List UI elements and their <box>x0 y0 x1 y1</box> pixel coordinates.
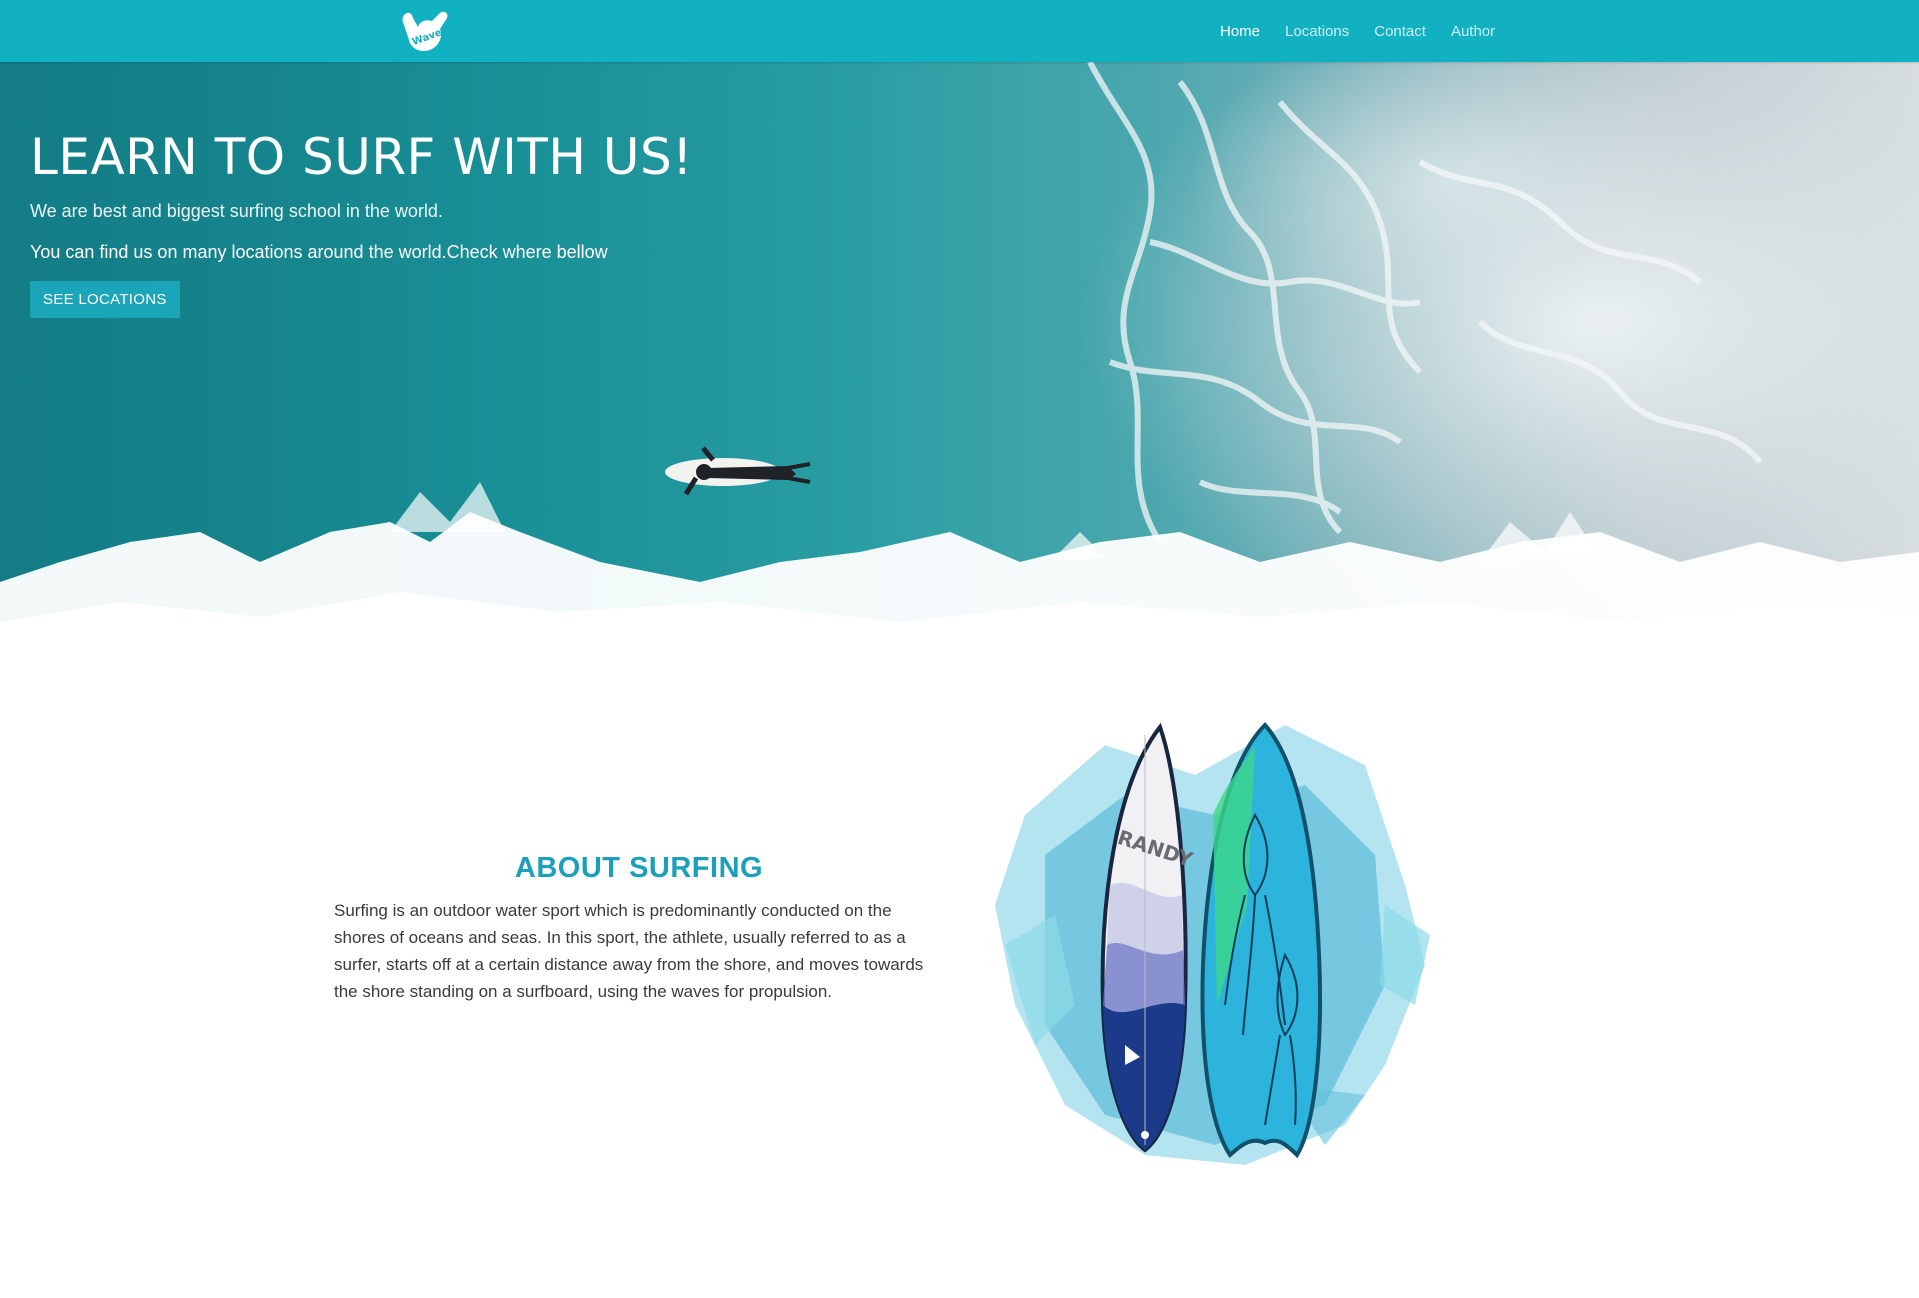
hero-section: LEARN TO SURF WITH US! We are best and b… <box>0 62 1919 667</box>
about-title: ABOUT SURFING <box>514 852 764 884</box>
hero-title: LEARN TO SURF WITH US! <box>30 128 693 186</box>
hero-content: LEARN TO SURF WITH US! We are best and b… <box>30 130 693 318</box>
hero-subtitle: We are best and biggest surfing school i… <box>30 201 443 221</box>
nav-links: Home Locations Contact Author <box>1220 0 1520 62</box>
nav-author-link[interactable]: Author <box>1451 23 1495 40</box>
surfboards-image: RANDY <box>995 722 1430 1165</box>
nav-locations-link[interactable]: Locations <box>1285 23 1349 40</box>
nav-home-link[interactable]: Home <box>1220 23 1260 40</box>
hero-text: You can find us on many locations around… <box>30 242 608 262</box>
navbar: Wave Home Locations Contact Author <box>0 0 1919 62</box>
nav-contact-link[interactable]: Contact <box>1374 23 1426 40</box>
about-section: ABOUT SURFING Surfing is an outdoor wate… <box>334 852 944 1005</box>
shaka-hand-icon[interactable]: Wave <box>398 7 454 55</box>
about-body: Surfing is an outdoor water sport which … <box>334 901 924 1001</box>
see-locations-button[interactable]: SEE LOCATIONS <box>30 281 180 318</box>
